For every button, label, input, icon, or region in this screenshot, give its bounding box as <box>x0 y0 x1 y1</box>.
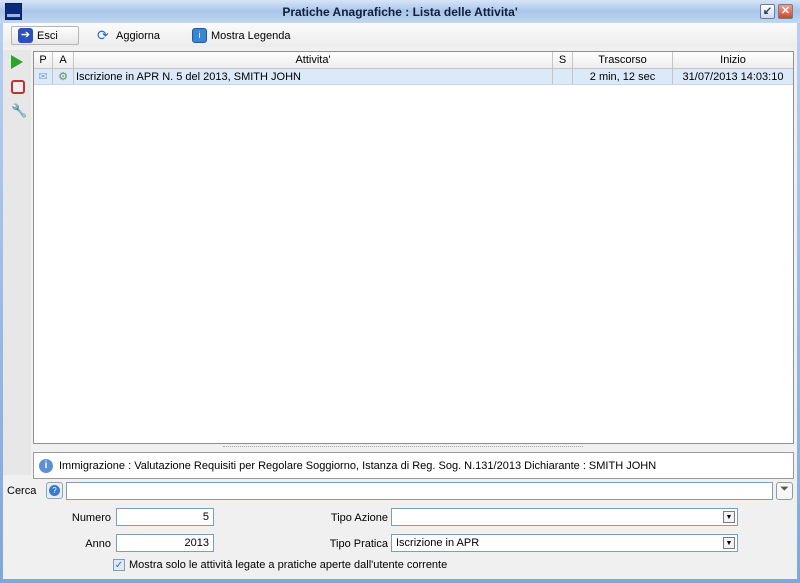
title-bar: Pratiche Anagrafiche : Lista delle Attiv… <box>0 0 800 23</box>
help-icon[interactable]: ? <box>46 482 63 499</box>
table-row[interactable]: ✉ ⚙ Iscrizione in APR N. 5 del 2013, SMI… <box>34 69 793 85</box>
close-icon[interactable]: ✕ <box>778 4 793 19</box>
refresh-icon: ⟳ <box>97 27 109 43</box>
search-label: Cerca <box>7 485 37 497</box>
tipo-azione-select[interactable]: ▼ <box>391 508 738 526</box>
side-toolbar: 🔧 <box>3 50 31 475</box>
tipo-pratica-label: Tipo Pratica <box>329 538 388 550</box>
legend-button[interactable]: i Mostra Legenda <box>192 26 291 45</box>
tipo-pratica-select[interactable]: Iscrizione in APR ▼ <box>391 534 738 552</box>
chevron-down-icon[interactable]: ▼ <box>723 511 735 523</box>
wrench-icon[interactable]: 🔧 <box>11 104 27 118</box>
window: Pratiche Anagrafiche : Lista delle Attiv… <box>0 0 800 583</box>
info-icon: i <box>192 28 207 43</box>
numero-input[interactable]: 5 <box>116 508 214 526</box>
exit-label: Esci <box>37 29 58 42</box>
cell-s <box>553 69 573 84</box>
toolbar: ➔ Esci ⟳ Aggiorna i Mostra Legenda <box>3 23 797 47</box>
cell-elapsed: 2 min, 12 sec <box>573 69 673 84</box>
anno-label: Anno <box>85 538 111 550</box>
numero-label: Numero <box>71 512 111 524</box>
tipo-azione-label: Tipo Azione <box>330 512 388 524</box>
activity-grid: P A Attivita' S Trascorso Inizio ✉ ⚙ Isc… <box>33 51 794 444</box>
info-text: Immigrazione : Valutazione Requisiti per… <box>59 459 657 472</box>
col-trascorso[interactable]: Trascorso <box>573 52 673 68</box>
tipo-pratica-value: Iscrizione in APR <box>396 537 480 549</box>
search-input[interactable] <box>66 482 773 500</box>
refresh-label: Aggiorna <box>116 29 161 42</box>
anno-input[interactable]: 2013 <box>116 534 214 552</box>
gear-icon: ⚙ <box>53 69 74 84</box>
info-panel: i Immigrazione : Valutazione Requisiti p… <box>33 452 794 479</box>
filter-icon[interactable]: ⏷ <box>776 482 793 500</box>
stop-icon[interactable] <box>11 80 25 94</box>
mail-icon: ✉ <box>34 69 53 84</box>
only-mine-label: Mostra solo le attività legate a pratich… <box>129 559 448 571</box>
col-inizio[interactable]: Inizio <box>673 52 793 68</box>
only-mine-checkbox[interactable]: ✓ Mostra solo le attività legate a prati… <box>113 559 447 571</box>
col-a[interactable]: A <box>53 52 74 68</box>
window-title: Pratiche Anagrafiche : Lista delle Attiv… <box>282 5 518 19</box>
col-p[interactable]: P <box>34 52 53 68</box>
chevron-down-icon[interactable]: ▼ <box>723 537 735 549</box>
exit-arrow-icon: ➔ <box>18 28 33 43</box>
legend-label: Mostra Legenda <box>211 29 291 42</box>
restore-icon[interactable]: ↙ <box>760 4 775 19</box>
grid-header: P A Attivita' S Trascorso Inizio <box>34 52 793 69</box>
exit-button[interactable]: ➔ Esci <box>11 26 79 45</box>
cell-activity: Iscrizione in APR N. 5 del 2013, SMITH J… <box>74 69 553 84</box>
play-icon[interactable] <box>11 55 23 69</box>
col-s[interactable]: S <box>553 52 573 68</box>
col-attivita[interactable]: Attivita' <box>74 52 553 68</box>
info-icon: i <box>39 458 53 473</box>
cell-start: 31/07/2013 14:03:10 <box>682 71 784 83</box>
splitter[interactable] <box>223 446 583 448</box>
checkbox-checked-icon[interactable]: ✓ <box>113 559 125 571</box>
refresh-button[interactable]: ⟳ Aggiorna <box>97 26 160 45</box>
